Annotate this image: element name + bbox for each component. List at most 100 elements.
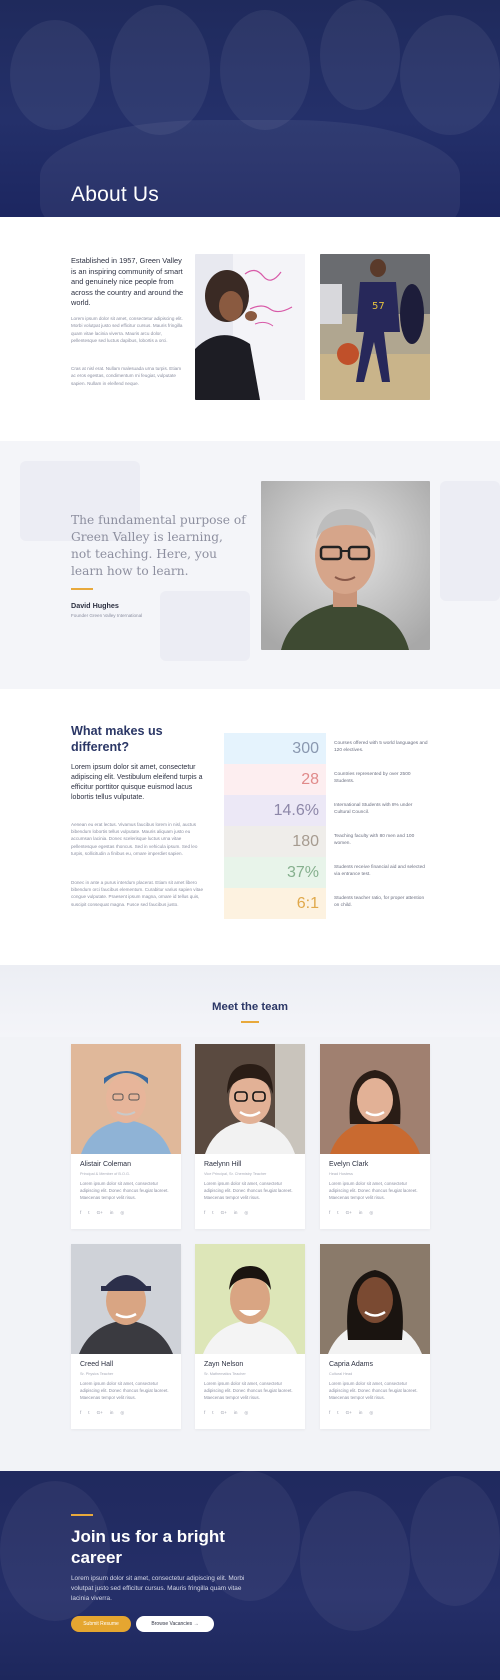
google-plus-icon[interactable]: G+ [221,1210,227,1216]
instagram-icon[interactable]: ◎ [369,1410,373,1416]
member-role: Sr. Mathematics Teacher [204,1372,246,1376]
stat-value: 180 [224,826,326,857]
section-title-different: What makes us different? [71,724,163,754]
member-name: Evelyn Clark [329,1161,369,1168]
team-member-photo [195,1044,305,1154]
hero-photo-figure [10,20,100,130]
team-card: Creed Hall Sr. Physics Teacher Lorem ips… [71,1244,181,1429]
stat-value: 6:1 [224,888,326,919]
social-links: f t G+ in ◎ [204,1210,248,1216]
social-links: f t G+ in ◎ [329,1210,373,1216]
member-bio: Lorem ipsum dolor sit amet, consectetur … [204,1381,293,1400]
team-member-photo [71,1244,181,1354]
member-name: Zayn Nelson [204,1361,244,1368]
instagram-icon[interactable]: ◎ [120,1410,124,1416]
about-paragraph-2: Cras at nisl erat. Nullam malesuada urna… [71,366,182,386]
hero-photo-figure [220,10,310,130]
social-links: f t G+ in ◎ [329,1410,373,1416]
cta-text: Lorem ipsum dolor sit amet, consectetur … [71,1575,245,1602]
team-card: Raelynn Hill Vice Principal, Sr. Chemist… [195,1044,305,1229]
stat-value: 28 [224,764,326,795]
about-paragraph-1: Lorem ipsum dolor sit amet, consectetur … [71,316,183,344]
twitter-icon[interactable]: t [337,1210,338,1216]
instagram-icon[interactable]: ◎ [244,1210,248,1216]
stat-label: Teaching faculty with 80 men and 100 wom… [334,834,415,847]
linkedin-icon[interactable]: in [359,1410,363,1416]
twitter-icon[interactable]: t [337,1410,338,1416]
accent-divider [71,588,93,590]
student-whiteboard-photo [195,254,305,400]
twitter-icon[interactable]: t [212,1410,213,1416]
facebook-icon[interactable]: f [204,1210,205,1216]
stat-value: 14.6% [224,795,326,826]
linkedin-icon[interactable]: in [234,1410,238,1416]
stat-label: Countries represented by over 2500 Stude… [334,772,411,785]
accent-divider [241,1021,259,1023]
member-role: Sr. Physics Teacher [80,1372,114,1376]
team-card: Alistair Coleman Principal & Member of B… [71,1044,181,1229]
cta-photo-figure [300,1491,410,1631]
member-bio: Lorem ipsum dolor sit amet, consectetur … [204,1181,293,1200]
founder-quote: The fundamental purpose of Green Valley … [71,513,246,578]
team-member-photo [320,1044,430,1154]
team-member-photo [320,1244,430,1354]
facebook-icon[interactable]: f [80,1410,81,1416]
facebook-icon[interactable]: f [80,1210,81,1216]
member-role: Vice Principal, Sr. Chemistry Teacher [204,1172,267,1176]
google-plus-icon[interactable]: G+ [346,1410,352,1416]
browse-vacancies-button[interactable]: Browse Vacancies → [136,1616,214,1632]
stat-international: 14.6% International Students with 8% und… [224,795,430,826]
twitter-icon[interactable]: t [212,1210,213,1216]
team-title: Meet the team [212,1001,288,1013]
founder-portrait [261,481,430,650]
member-name: Raelynn Hill [204,1161,242,1168]
team-card: Zayn Nelson Sr. Mathematics Teacher Lore… [195,1244,305,1429]
stat-value: 37% [224,857,326,888]
linkedin-icon[interactable]: in [110,1210,114,1216]
stat-value: 300 [224,733,326,764]
member-name: Alistair Coleman [80,1161,131,1168]
stat-financial-aid: 37% Students receive financial aid and s… [224,857,430,888]
instagram-icon[interactable]: ◎ [120,1210,124,1216]
cta-title: Join us for a bright career [71,1527,225,1567]
basketball-photo: 57 [320,254,430,400]
member-name: Capria Adams [329,1361,373,1368]
google-plus-icon[interactable]: G+ [97,1410,103,1416]
submit-resume-button[interactable]: Submit Resume [71,1616,131,1632]
member-role: Principal & Member of B.O.G. [80,1172,131,1176]
member-bio: Lorem ipsum dolor sit amet, consectetur … [329,1381,418,1400]
facebook-icon[interactable]: f [329,1410,330,1416]
instagram-icon[interactable]: ◎ [369,1210,373,1216]
hero-photo-figure [110,5,210,135]
instagram-icon[interactable]: ◎ [244,1410,248,1416]
member-role: Head Hostess [329,1172,353,1176]
stat-faculty: 180 Teaching faculty with 80 men and 100… [224,826,430,857]
social-links: f t G+ in ◎ [80,1410,124,1416]
accent-divider [71,1514,93,1516]
stat-label: Students receive financial aid and selec… [334,865,425,878]
facebook-icon[interactable]: f [204,1410,205,1416]
google-plus-icon[interactable]: G+ [346,1210,352,1216]
member-name: Creed Hall [80,1361,114,1368]
twitter-icon[interactable]: t [88,1210,89,1216]
cta-photo-figure [410,1476,500,1606]
facebook-icon[interactable]: f [329,1210,330,1216]
member-bio: Lorem ipsum dolor sit amet, consectetur … [80,1381,169,1400]
team-card: Evelyn Clark Head Hostess Lorem ipsum do… [320,1044,430,1229]
linkedin-icon[interactable]: in [234,1210,238,1216]
team-card: Capria Adams Cultural Head Lorem ipsum d… [320,1244,430,1429]
page-title: About Us [71,183,159,206]
team-member-photo [71,1044,181,1154]
team-member-photo [195,1244,305,1354]
google-plus-icon[interactable]: G+ [97,1210,103,1216]
different-paragraph-2: Donec in ante a purus interdum placerat.… [71,880,204,907]
svg-text:57: 57 [372,301,385,312]
social-links: f t G+ in ◎ [80,1210,124,1216]
twitter-icon[interactable]: t [88,1410,89,1416]
quote-author-role: Founder Green Valley International [71,613,143,618]
linkedin-icon[interactable]: in [110,1410,114,1416]
stat-label: Courses offered with 5 world languages a… [334,741,428,754]
google-plus-icon[interactable]: G+ [221,1410,227,1416]
linkedin-icon[interactable]: in [359,1210,363,1216]
stat-countries: 28 Countries represented by over 2500 St… [224,764,430,795]
